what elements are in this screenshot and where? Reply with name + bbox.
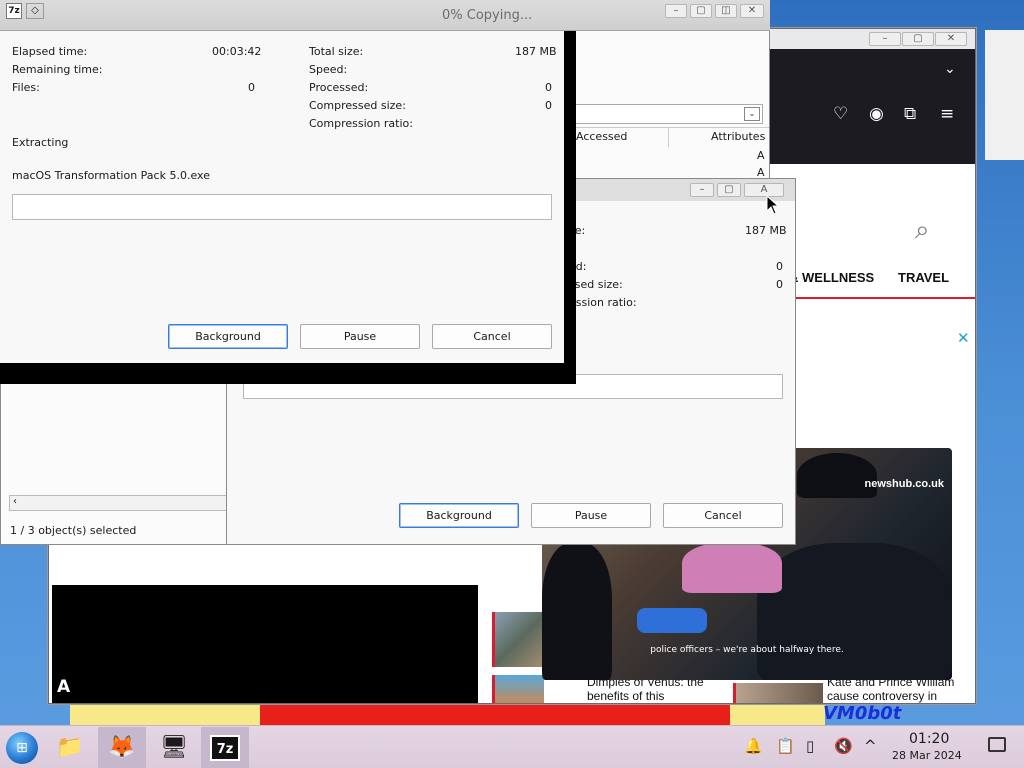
close-button[interactable]: ✕ bbox=[935, 32, 967, 46]
pause-button[interactable]: Pause bbox=[300, 324, 420, 349]
video-logo-icon: A bbox=[57, 677, 71, 697]
scroll-left-icon[interactable]: ‹ bbox=[13, 496, 17, 507]
volume-muted-icon[interactable]: 🔇 bbox=[834, 737, 853, 755]
processed-label: Processed: bbox=[309, 81, 369, 94]
chevron-down-icon[interactable]: ⌄ bbox=[944, 61, 956, 77]
start-menu-button[interactable]: ⊞ bbox=[6, 732, 38, 764]
nav-item-wellness[interactable]: & WELLNESS bbox=[789, 270, 874, 285]
processed-value: 0 bbox=[776, 260, 783, 273]
dialog-title: 0% Copying... bbox=[442, 8, 533, 23]
path-dropdown[interactable]: ⌄ bbox=[575, 104, 763, 124]
search-icon[interactable]: ⌕ bbox=[915, 215, 930, 246]
seven-zip-icon: 7z bbox=[210, 735, 240, 761]
video-figure bbox=[682, 543, 782, 593]
files-label: Files: bbox=[12, 81, 40, 94]
compressed-size-label: Compressed size: bbox=[309, 99, 406, 112]
progress-bar bbox=[12, 194, 552, 220]
close-icon[interactable]: ✕ bbox=[957, 329, 970, 347]
maximize-button[interactable]: ▢ bbox=[902, 32, 934, 46]
minimize-button[interactable]: – bbox=[869, 32, 901, 46]
article-thumbnail[interactable] bbox=[492, 612, 544, 667]
elapsed-time-value: 00:03:42 bbox=[212, 45, 262, 58]
cancel-button[interactable]: Cancel bbox=[432, 324, 552, 349]
dialog-titlebar[interactable]: 7z ◇ 0% Copying... – ▢ ◫ ✕ bbox=[0, 0, 770, 31]
processed-value: 0 bbox=[545, 81, 552, 94]
column-header-attributes[interactable]: Attributes bbox=[711, 130, 765, 143]
article-thumbnail[interactable] bbox=[492, 675, 544, 703]
column-header-accessed[interactable]: Accessed bbox=[576, 130, 627, 143]
seven-zip-taskbar-button[interactable]: 7z bbox=[201, 727, 249, 768]
compressed-size-value: 0 bbox=[545, 99, 552, 112]
restore-button[interactable]: ◫ bbox=[715, 4, 737, 18]
show-desktop-button[interactable] bbox=[988, 737, 1006, 752]
video-figure bbox=[757, 543, 952, 680]
compressed-size-value: 0 bbox=[776, 278, 783, 291]
attribute-cell: A bbox=[757, 149, 765, 162]
video-player[interactable] bbox=[52, 585, 478, 703]
remote-desktop-icon[interactable]: 🖥 bbox=[150, 727, 198, 768]
files-value: 0 bbox=[248, 81, 255, 94]
seven-zip-app-icon[interactable]: 7z bbox=[6, 3, 22, 19]
notification-bell-icon[interactable]: 🔔 bbox=[744, 737, 763, 755]
horizontal-scrollbar[interactable]: ‹ bbox=[9, 495, 229, 511]
background-button[interactable]: Background bbox=[399, 503, 519, 528]
wallpaper-fragment bbox=[985, 30, 1024, 160]
compression-ratio-label: ession ratio: bbox=[569, 296, 637, 309]
compressed-size-label: ssed size: bbox=[569, 278, 623, 291]
pocket-icon[interactable]: ♡ bbox=[833, 104, 848, 124]
wallpaper-stamp: VM0b0t bbox=[823, 703, 902, 724]
firefox-icon[interactable]: 🦊 bbox=[98, 727, 146, 768]
column-header-border bbox=[575, 127, 769, 128]
column-separator[interactable] bbox=[668, 127, 669, 147]
background-button[interactable]: Background bbox=[168, 324, 288, 349]
taskbar: ⊞ 📁 🦊 🖥 7z 🔔 📋 ▯ 🔇 ^ 01:20 28 Mar 2024 bbox=[0, 725, 1024, 768]
keep-above-icon[interactable]: ◇ bbox=[26, 3, 44, 19]
maximize-button[interactable]: ▢ bbox=[690, 4, 712, 18]
close-button[interactable]: ✕ bbox=[740, 4, 764, 18]
nav-item-travel[interactable]: TRAVEL bbox=[898, 270, 949, 285]
clock-date[interactable]: 28 Mar 2024 bbox=[892, 749, 962, 762]
chevron-down-icon[interactable]: ⌄ bbox=[744, 107, 760, 121]
video-figure bbox=[637, 608, 707, 633]
current-file-label: macOS Transformation Pack 5.0.exe bbox=[12, 169, 210, 182]
compression-ratio-label: Compression ratio: bbox=[309, 117, 413, 130]
video-figure bbox=[542, 543, 612, 680]
elapsed-time-label: Elapsed time: bbox=[12, 45, 88, 58]
pause-button[interactable]: Pause bbox=[531, 503, 651, 528]
clock-time[interactable]: 01:20 bbox=[909, 731, 949, 747]
account-icon[interactable]: ◉ bbox=[869, 104, 884, 124]
remaining-time-label: Remaining time: bbox=[12, 63, 103, 76]
menu-icon[interactable]: ≡ bbox=[940, 104, 954, 124]
operation-label: Extracting bbox=[12, 136, 69, 149]
video-caption: police officers – we're about halfway th… bbox=[650, 645, 844, 655]
battery-icon[interactable]: ▯ bbox=[806, 737, 814, 755]
copy-progress-dialog[interactable]: Elapsed time: 00:03:42 Remaining time: F… bbox=[0, 30, 564, 363]
cancel-button[interactable]: Cancel bbox=[663, 503, 783, 528]
status-bar: 1 / 3 object(s) selected bbox=[10, 524, 137, 537]
clipboard-icon[interactable]: 📋 bbox=[776, 737, 795, 755]
maximize-button[interactable]: ▢ bbox=[717, 183, 741, 197]
chevron-up-icon[interactable]: ^ bbox=[864, 737, 877, 755]
speed-label: Speed: bbox=[309, 63, 348, 76]
video-figure bbox=[797, 453, 877, 498]
news-brand-logo: newshub.co.uk bbox=[864, 478, 944, 490]
total-size-value: 187 MB bbox=[515, 45, 557, 58]
total-size-value: 187 MB bbox=[745, 224, 787, 237]
extensions-icon[interactable]: ⧉ bbox=[904, 104, 916, 124]
article-thumbnail[interactable] bbox=[733, 683, 823, 703]
minimize-button[interactable]: – bbox=[665, 4, 687, 18]
total-size-label: Total size: bbox=[309, 45, 364, 58]
minimize-button[interactable]: – bbox=[690, 183, 714, 197]
mouse-cursor-icon bbox=[766, 195, 780, 215]
file-explorer-icon[interactable]: 📁 bbox=[46, 727, 94, 768]
